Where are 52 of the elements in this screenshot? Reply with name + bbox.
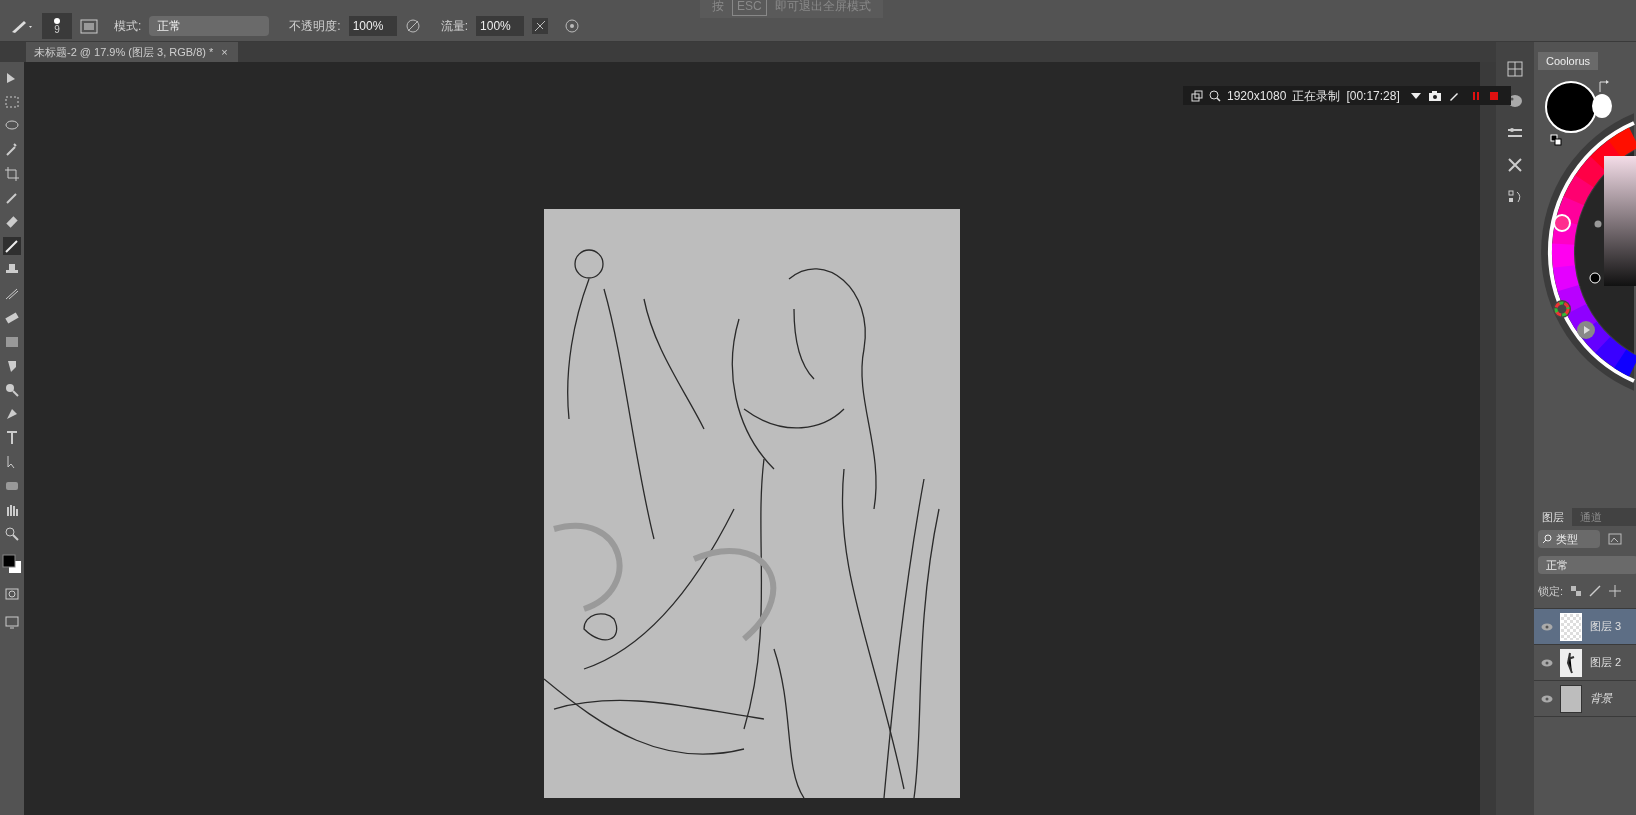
grid-icon[interactable] <box>1506 60 1524 78</box>
move-icon[interactable] <box>1609 585 1622 597</box>
search-icon <box>1542 534 1552 544</box>
document-title: 未标题-2 @ 17.9% (图层 3, RGB/8) * <box>34 44 214 60</box>
elapsed-time: [00:17:28] <box>1346 87 1400 105</box>
quick-mask-icon[interactable] <box>4 586 20 602</box>
brush-size-picker[interactable]: 9 <box>42 12 72 39</box>
tablet-pressure-icon[interactable] <box>564 17 581 34</box>
windows-icon <box>1191 89 1203 102</box>
tool-icon[interactable] <box>3 213 21 231</box>
tool-icon[interactable] <box>3 237 21 255</box>
layer-thumbnail <box>1560 648 1582 677</box>
layer-thumbnail <box>1560 612 1582 641</box>
brush-icon[interactable] <box>1589 585 1602 597</box>
layer-row[interactable]: 图层 3 <box>1534 609 1636 645</box>
opacity-label: 不透明度: <box>289 17 341 35</box>
panel-tab[interactable]: 通道 <box>1572 508 1610 526</box>
filter-dropdown[interactable]: 类型 <box>1538 530 1600 548</box>
document-tab[interactable]: 未标题-2 @ 17.9% (图层 3, RGB/8) * × <box>26 42 238 62</box>
opacity-field[interactable]: 100% <box>348 15 397 36</box>
eye-icon[interactable] <box>1541 658 1553 667</box>
tool-icon[interactable] <box>3 525 21 543</box>
panel-tab[interactable]: Coolorus <box>1538 52 1599 70</box>
eye-icon[interactable] <box>1541 622 1553 631</box>
blend-mode-dropdown[interactable]: 正常 <box>1538 556 1636 574</box>
layer-thumbnail <box>1560 684 1582 713</box>
lock-pixels-icon[interactable] <box>1571 586 1582 596</box>
recording-status: 正在录制 <box>1292 87 1341 105</box>
color-picker-drawing[interactable] <box>1541 80 1636 391</box>
pressure-icon[interactable] <box>404 17 421 34</box>
color-swatches-icon[interactable] <box>2 554 22 574</box>
filter-label: 类型 <box>1556 531 1578 547</box>
mode-label: 模式: <box>114 17 142 35</box>
layer-name: 图层 2 <box>1590 655 1622 671</box>
tool-icon[interactable] <box>3 381 21 399</box>
camera-icon[interactable] <box>1427 89 1442 102</box>
resolution-text: 1920x1080 <box>1227 87 1287 105</box>
panel-tab[interactable]: 图层 <box>1534 508 1572 526</box>
lock-label: 锁定: <box>1538 583 1564 599</box>
brush-size: 9 <box>54 24 60 35</box>
eye-icon[interactable] <box>1541 694 1553 703</box>
stop-icon[interactable] <box>1487 89 1500 102</box>
flow-label: 流量: <box>440 17 469 35</box>
search-icon[interactable] <box>1209 89 1221 102</box>
layer-name: 背景 <box>1590 691 1612 707</box>
brush-panel-icon[interactable] <box>80 16 98 35</box>
flow-field[interactable]: 100% <box>476 15 525 36</box>
layer-name: 图层 3 <box>1590 619 1622 635</box>
brush-dot-icon <box>53 16 61 25</box>
mode-dropdown[interactable]: 正常 <box>149 15 270 36</box>
image-filter-icon[interactable] <box>1608 533 1622 545</box>
close-button[interactable]: × <box>221 43 228 61</box>
